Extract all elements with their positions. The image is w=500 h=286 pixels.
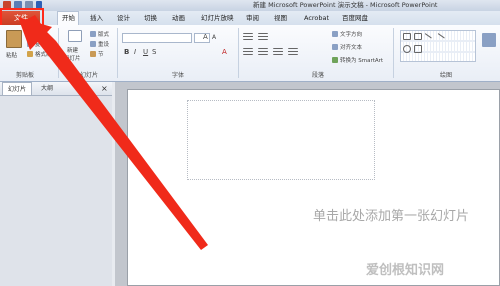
group-separator [117,28,118,78]
format-painter-icon[interactable] [27,51,33,57]
drawing-group-label: 绘图 [440,72,453,79]
justify-icon[interactable] [288,48,298,55]
tab-baidu-netdisk[interactable]: 百度网盘 [342,11,368,25]
tab-outline[interactable]: 大纲 [34,82,60,95]
rectangle-shape-icon[interactable] [403,33,411,40]
paste-icon[interactable] [6,30,22,48]
tab-transitions[interactable]: 切换 [144,11,157,25]
cut-button[interactable]: 剪切 [35,30,46,38]
bold-icon[interactable]: B [124,48,129,56]
tab-acrobat[interactable]: Acrobat [304,11,329,25]
font-color-icon[interactable]: A [222,48,227,56]
font-name-combo[interactable] [122,33,192,43]
format-painter-button[interactable]: 格式刷 [35,50,52,58]
copy-icon[interactable] [27,41,33,47]
textbox-shape-icon[interactable] [414,33,422,40]
paragraph-group-label: 段落 [312,72,325,79]
numbering-icon[interactable] [258,33,268,40]
close-panel-button[interactable]: × [101,82,108,95]
new-slide-label-1[interactable]: 新建 [67,46,78,54]
align-center-icon[interactable] [258,48,268,55]
section-icon[interactable] [90,51,96,57]
tab-slideshow[interactable]: 幻灯片放映 [201,11,234,25]
arrange-icon[interactable] [482,33,496,47]
window-title: 新建 Microsoft PowerPoint 演示文稿 - Microsoft… [253,1,438,9]
text-direction-button[interactable]: 文字方向 [340,30,362,38]
slide-title-placeholder-box[interactable] [187,100,375,180]
slides-panel [0,82,113,286]
text-direction-icon[interactable] [332,31,338,37]
reset-icon[interactable] [90,41,96,47]
tab-slides[interactable]: 幻灯片 [2,82,32,95]
layout-button[interactable]: 版式 [98,30,109,38]
layout-icon[interactable] [90,31,96,37]
square-shape-icon[interactable] [414,45,422,53]
watermark: 爱创根知识网 [366,263,445,278]
slide-placeholder-text[interactable]: 单击此处添加第一张幻灯片 [313,205,469,224]
title-bar: 新建 Microsoft PowerPoint 演示文稿 - Microsoft… [0,0,500,11]
grow-font-icon[interactable]: A [203,33,208,41]
convert-smartart-button[interactable]: 转换为 SmartArt [340,56,383,64]
shadow-icon[interactable]: S [152,48,156,56]
tab-design[interactable]: 设计 [117,11,130,25]
group-separator [393,28,394,78]
oval-shape-icon[interactable] [403,45,411,53]
align-text-icon[interactable] [332,44,338,50]
align-text-button[interactable]: 对齐文本 [340,43,362,51]
tab-view[interactable]: 视图 [274,11,287,25]
cut-icon[interactable] [27,31,33,37]
smartart-icon[interactable] [332,57,338,63]
tab-review[interactable]: 审阅 [246,11,259,25]
shrink-font-icon[interactable]: A [212,34,216,41]
slides-group-label: 幻灯片 [80,72,99,79]
clipboard-group-label: 剪贴板 [16,72,35,79]
section-button[interactable]: 节 [98,50,104,58]
paste-button-label[interactable]: 粘贴 [6,51,17,59]
font-group-label: 字体 [172,72,185,79]
new-slide-icon[interactable] [68,30,82,42]
reset-button[interactable]: 重设 [98,40,109,48]
underline-icon[interactable]: U [143,48,148,56]
copy-button[interactable]: 复制 [35,40,46,48]
tab-animations[interactable]: 动画 [172,11,185,25]
align-right-icon[interactable] [273,48,283,55]
group-separator [238,28,239,78]
bullets-icon[interactable] [243,33,253,40]
tab-home[interactable]: 开始 [62,11,75,25]
italic-icon[interactable]: I [134,48,136,56]
align-left-icon[interactable] [243,48,253,55]
new-slide-label-2[interactable]: 幻灯片 [64,54,81,62]
group-separator [58,28,59,78]
tab-insert[interactable]: 插入 [90,11,103,25]
